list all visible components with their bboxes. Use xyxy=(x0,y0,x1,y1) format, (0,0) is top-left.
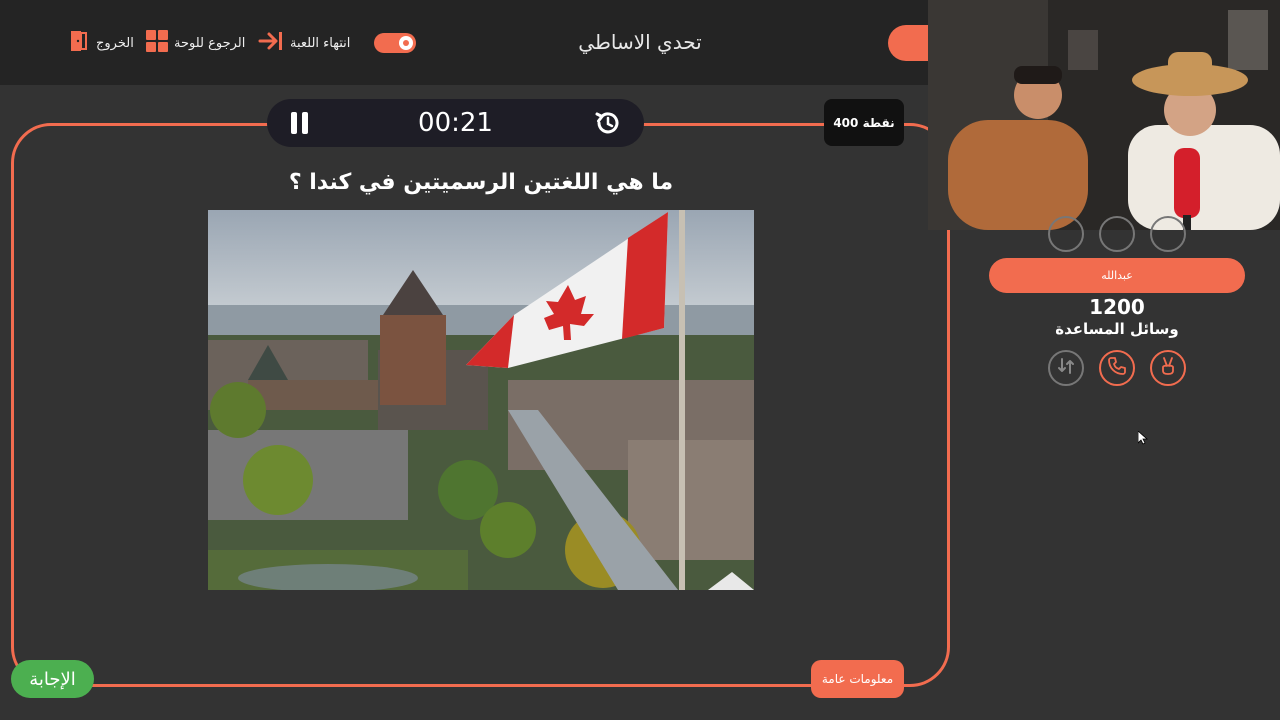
phone-icon xyxy=(1107,356,1127,380)
arrow-to-bar-icon xyxy=(258,30,284,56)
webcam-overlay xyxy=(928,0,1280,230)
toggle-knob xyxy=(399,36,413,50)
player-name: عبدالله xyxy=(989,258,1245,293)
helps-label: وسائل المساعدة xyxy=(1055,320,1179,338)
end-game-label: انتهاء اللعبة xyxy=(290,35,351,51)
exit-icon xyxy=(70,30,90,56)
question-text: ما هي اللغتين الرسميتين في كندا ؟ xyxy=(288,170,674,195)
help-call-used xyxy=(1099,216,1135,252)
exit-button[interactable]: الخروج xyxy=(70,30,134,56)
help-call-button[interactable] xyxy=(1099,350,1135,386)
grid-icon xyxy=(146,30,168,56)
back-to-board-label: الرجوع للوحة xyxy=(174,35,246,51)
points-badge: 400 نقطة xyxy=(824,99,904,146)
peace-hand-icon xyxy=(1158,356,1178,380)
answer-button[interactable]: الإجابة xyxy=(11,660,94,698)
help-two-answers-used xyxy=(1150,216,1186,252)
swap-icon xyxy=(1056,356,1076,380)
category-badge: معلومات عامة xyxy=(811,660,904,698)
exit-label: الخروج xyxy=(96,35,134,51)
help-two-answers-button[interactable] xyxy=(1150,350,1186,386)
question-image xyxy=(208,210,754,590)
settings-toggle[interactable] xyxy=(374,33,416,53)
timer-value: 00:21 xyxy=(418,108,493,138)
back-to-board-button[interactable]: الرجوع للوحة xyxy=(146,30,245,56)
player-score: 1200 xyxy=(1089,295,1145,319)
help-swap-used xyxy=(1048,216,1084,252)
page-title: تحدي الاساطي xyxy=(578,30,702,54)
reset-timer-icon[interactable] xyxy=(593,109,621,141)
help-swap-button[interactable] xyxy=(1048,350,1084,386)
end-game-button[interactable]: انتهاء اللعبة xyxy=(258,30,350,56)
mouse-cursor xyxy=(1137,430,1149,449)
timer-bar: 00:21 xyxy=(267,99,644,147)
